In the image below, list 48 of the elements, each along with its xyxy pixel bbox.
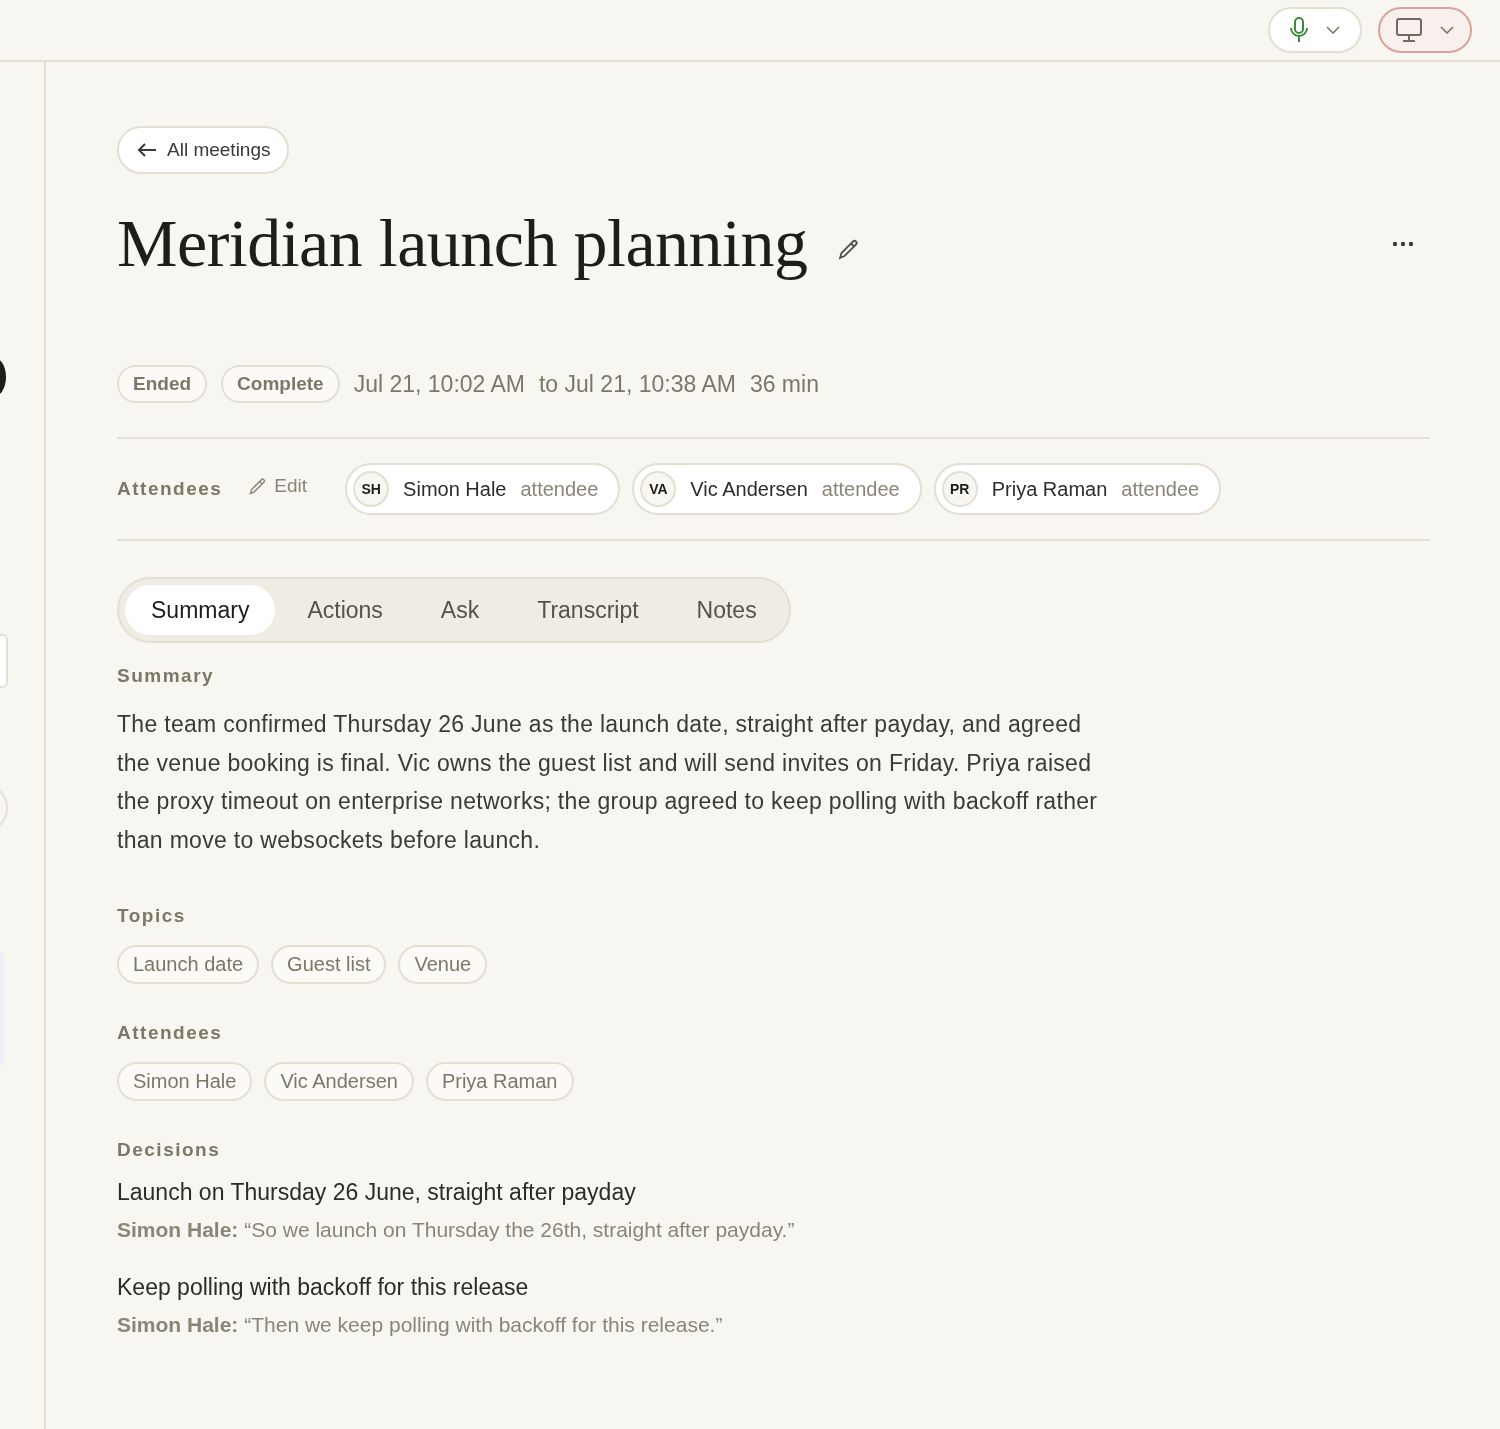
attendee-name: Priya Raman (991, 477, 1108, 501)
attendee-name: Vic Andersen (690, 477, 808, 501)
attendee-name: Simon Hale (403, 477, 507, 501)
topic-tag: Venue (398, 945, 488, 984)
monitor-icon (1396, 18, 1422, 42)
attendee-role: attendee (821, 477, 900, 501)
time-text: to Jul 21, 10:38 AM (539, 370, 736, 398)
avatar-initials: VA (640, 471, 677, 507)
screen-dropdown-button[interactable] (1378, 7, 1472, 53)
chevron-down-icon (1326, 26, 1340, 34)
attendee-chip[interactable]: VA Vic Andersen attendee (632, 463, 922, 515)
attendee-tag: Priya Raman (425, 1062, 574, 1101)
more-icon[interactable] (1392, 240, 1414, 247)
microphone-icon (1290, 17, 1308, 43)
decision-text: Keep polling with backoff for this release (117, 1274, 530, 1301)
duration-text: 36 min (749, 370, 819, 398)
status-badge: Ended (117, 365, 208, 403)
attendees-label: Attendees (117, 478, 223, 500)
status-badge: Complete (221, 365, 340, 403)
attendee-chip[interactable]: SH Simon Hale attendee (345, 463, 621, 515)
attendee-chip[interactable]: PR Priya Raman attendee (933, 463, 1222, 515)
section-heading: Decisions (117, 1139, 222, 1161)
attendee-tag: Simon Hale (117, 1062, 253, 1101)
tab[interactable]: Ask (414, 585, 506, 635)
meeting-title: Meridian launch planning (117, 204, 808, 283)
summary-text: The team confirmed Thursday 26 June as the launch date, straight after payday, and agreed the venue booking is final. Vic owns the guest list and will send invites on Friday. Priya raised the proxy timeout on enterprise networks; the group agreed to keep polling with backoff rather than move to websockets before launch. (117, 710, 1099, 855)
all-meetings-link[interactable]: All meetings (117, 126, 289, 174)
decision-quote: Simon Hale: “Then we keep polling with backoff for this release.” (117, 1313, 724, 1337)
chevron-down-icon (1440, 26, 1454, 34)
section-heading: Topics (117, 905, 187, 927)
attendee-role: attendee (520, 477, 599, 501)
tab[interactable]: Actions (281, 585, 409, 635)
microphone-dropdown-button[interactable] (1268, 7, 1362, 53)
decision-text: Launch on Thursday 26 June, straight after payday (117, 1179, 637, 1206)
tab[interactable]: Summary (125, 585, 276, 635)
attendee-tag: Vic Andersen (264, 1062, 414, 1101)
topic-tag: Guest list (271, 945, 387, 984)
tab[interactable]: Transcript (511, 585, 665, 635)
time-text: Jul 21, 10:02 AM (353, 370, 525, 398)
arrow-left-icon (137, 142, 157, 158)
decision-quote: Simon Hale: “So we launch on Thursday the 26th, straight after payday.” (117, 1218, 796, 1242)
tab[interactable]: Notes (670, 585, 783, 635)
attendee-role: attendee (1121, 477, 1200, 501)
topic-tag: Launch date (117, 945, 260, 984)
avatar-initials: SH (353, 471, 390, 507)
section-heading: Attendees (117, 1022, 224, 1044)
section-heading: Summary (117, 665, 216, 687)
avatar-initials: PR (941, 471, 978, 507)
